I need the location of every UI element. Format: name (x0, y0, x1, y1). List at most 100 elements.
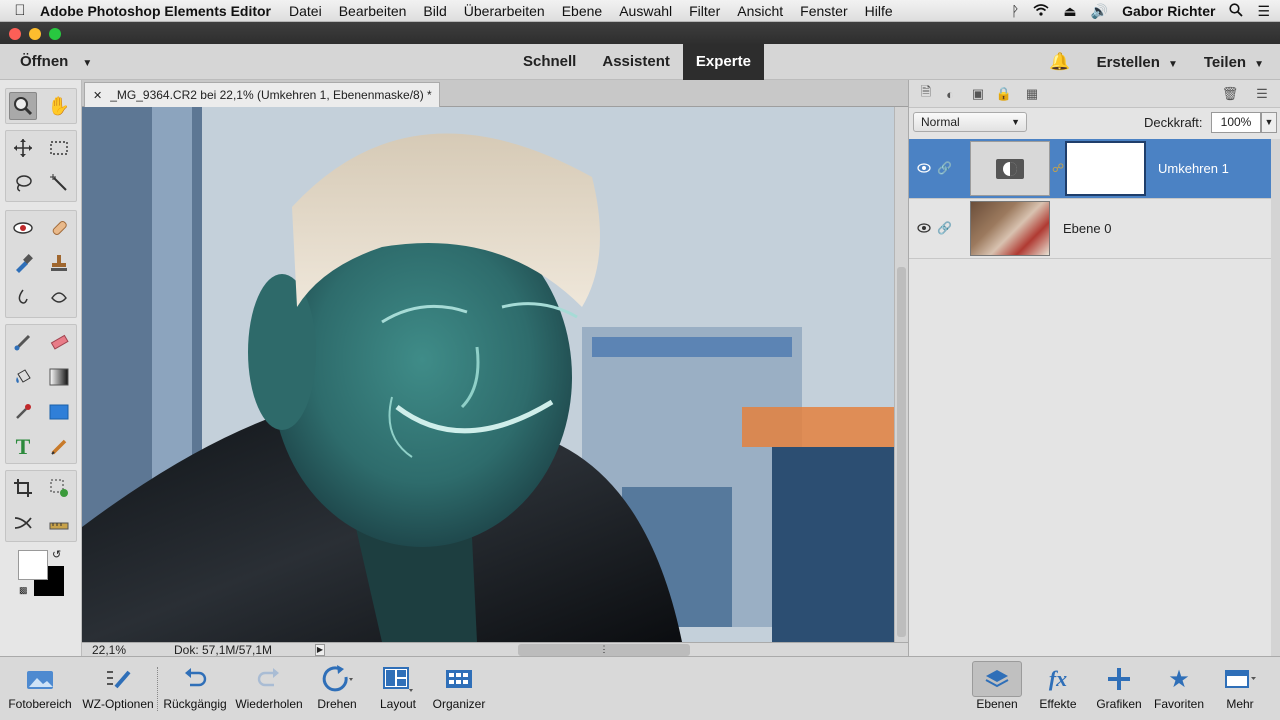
menu-datei[interactable]: Datei (289, 3, 322, 19)
status-menu-arrow-icon[interactable]: ▶ (315, 644, 325, 656)
adjustment-thumbnail[interactable] (970, 141, 1050, 196)
lock-transparency-icon[interactable]: ▦ (1023, 86, 1041, 102)
layers-panel-scrollbar[interactable] (1271, 139, 1280, 656)
brush-tool-icon[interactable] (9, 328, 37, 356)
lock-all-icon[interactable]: 🔒 (995, 86, 1013, 102)
menu-bild[interactable]: Bild (423, 3, 446, 19)
clone-stamp-tool-icon[interactable] (45, 249, 73, 277)
vertical-scroll-thumb[interactable] (897, 267, 906, 637)
smart-brush-tool-icon[interactable] (9, 249, 37, 277)
opacity-dropdown-icon[interactable]: ▼ (1261, 112, 1277, 133)
tool-options-button[interactable]: WZ-Optionen (78, 661, 158, 719)
layer-link-icon[interactable]: 🔗 (937, 161, 952, 175)
menu-hilfe[interactable]: Hilfe (865, 3, 893, 19)
document-title: _MG_9364.CR2 bei 22,1% (Umkehren 1, Eben… (110, 88, 432, 102)
crop-tool-icon[interactable] (9, 474, 37, 502)
close-window-icon[interactable] (9, 28, 21, 40)
layer-mask-thumbnail[interactable] (1065, 141, 1146, 196)
document-tab[interactable]: ✕ _MG_9364.CR2 bei 22,1% (Umkehren 1, Ebe… (84, 82, 440, 107)
eject-icon[interactable]: ⏏ (1063, 3, 1076, 20)
shape-tool-icon[interactable] (45, 398, 73, 426)
wifi-icon[interactable] (1033, 3, 1049, 19)
graphics-panel-button[interactable]: Grafiken (1092, 661, 1146, 719)
menu-ansicht[interactable]: Ansicht (737, 3, 783, 19)
default-colors-icon[interactable]: ▩ (19, 585, 28, 596)
zoom-tool-icon[interactable] (9, 92, 37, 120)
more-panel-button[interactable]: Mehr (1212, 661, 1268, 719)
close-tab-icon[interactable]: ✕ (93, 90, 102, 102)
spot-healing-tool-icon[interactable] (45, 214, 73, 242)
visibility-eye-icon[interactable] (917, 221, 931, 235)
user-name[interactable]: Gabor Richter (1122, 3, 1215, 19)
tab-assistent[interactable]: Assistent (589, 44, 683, 80)
notification-bell-icon[interactable]: 🔔 (1049, 52, 1070, 72)
content-aware-move-tool-icon[interactable] (9, 509, 37, 537)
rotate-button[interactable]: Drehen (310, 661, 364, 719)
gradient-tool-icon[interactable] (45, 363, 73, 391)
tab-schnell[interactable]: Schnell (510, 44, 589, 80)
visibility-eye-icon[interactable] (917, 161, 931, 175)
layers-panel-button[interactable]: Ebenen (972, 661, 1022, 719)
magic-wand-tool-icon[interactable] (45, 169, 73, 197)
new-layer-icon[interactable]: 🗎 (917, 84, 935, 102)
create-button[interactable]: Erstellen ▼ (1097, 54, 1178, 71)
effects-panel-button[interactable]: fx Effekte (1034, 661, 1082, 719)
lasso-tool-icon[interactable] (9, 169, 37, 197)
red-eye-tool-icon[interactable] (9, 214, 37, 242)
sponge-tool-icon[interactable] (45, 284, 73, 312)
tab-experte[interactable]: Experte (682, 44, 764, 80)
eraser-tool-icon[interactable] (45, 328, 73, 356)
menu-fenster[interactable]: Fenster (800, 3, 847, 19)
menu-ebene[interactable]: Ebene (562, 3, 602, 19)
vertical-scrollbar[interactable] (894, 107, 908, 642)
image-canvas[interactable] (82, 107, 894, 642)
horizontal-scroll-thumb[interactable]: ⋮ (518, 644, 690, 656)
layer-photo-thumbnail[interactable] (970, 201, 1050, 256)
type-tool-icon[interactable]: T (9, 433, 37, 461)
bluetooth-icon[interactable]: ᚹ (1011, 3, 1019, 19)
move-tool-icon[interactable] (9, 134, 37, 162)
apple-icon[interactable]:  (0, 2, 40, 19)
layout-button[interactable]: Layout (372, 661, 424, 719)
layer-row-ebene-0[interactable]: 🔗 Ebene 0 (909, 199, 1271, 259)
layer-row-umkehren[interactable]: 🔗 ☍ Umkehren 1 (909, 139, 1271, 199)
opacity-input[interactable]: 100% (1211, 112, 1261, 133)
volume-icon[interactable]: 🔊 (1091, 3, 1108, 20)
favorites-panel-button[interactable]: ★ Favoriten (1150, 661, 1208, 719)
layer-mask-icon[interactable]: ▣ (969, 86, 987, 102)
eyedropper-tool-icon[interactable] (9, 398, 37, 426)
blur-tool-icon[interactable] (9, 284, 37, 312)
straighten-tool-icon[interactable] (45, 509, 73, 537)
zoom-level[interactable]: 22,1% (92, 643, 126, 657)
mask-link-chain-icon[interactable]: ☍ (1052, 161, 1064, 175)
hand-tool-icon[interactable]: ✋ (45, 92, 73, 120)
menu-ueberarbeiten[interactable]: Überarbeiten (464, 3, 545, 19)
minimize-window-icon[interactable] (29, 28, 41, 40)
app-menu[interactable]: Adobe Photoshop Elements Editor (40, 3, 271, 19)
open-button[interactable]: Öffnen ▼ (20, 44, 92, 80)
list-menu-icon[interactable]: ☰ (1257, 3, 1270, 20)
menu-bearbeiten[interactable]: Bearbeiten (339, 3, 407, 19)
delete-layer-icon[interactable]: 🗑 (1221, 86, 1239, 102)
foreground-color-swatch[interactable] (18, 550, 48, 580)
layer-name[interactable]: Umkehren 1 (1158, 161, 1229, 176)
recompose-tool-icon[interactable] (45, 474, 73, 502)
layer-link-icon[interactable]: 🔗 (937, 221, 952, 235)
organizer-button[interactable]: Organizer (428, 661, 490, 719)
zoom-window-icon[interactable] (49, 28, 61, 40)
undo-button[interactable]: Rückgängig (160, 661, 230, 719)
layer-name[interactable]: Ebene 0 (1063, 221, 1111, 236)
pencil-tool-icon[interactable] (45, 433, 73, 461)
share-button[interactable]: Teilen ▼ (1204, 54, 1264, 71)
adjustment-layer-icon[interactable]: ◐ (941, 86, 959, 102)
search-icon[interactable] (1229, 2, 1244, 20)
photo-bin-button[interactable]: Fotobereich (4, 661, 76, 719)
redo-button[interactable]: Wiederholen (232, 661, 306, 719)
swap-colors-icon[interactable]: ↺ (52, 548, 61, 561)
menu-auswahl[interactable]: Auswahl (619, 3, 672, 19)
blend-mode-select[interactable]: Normal ▼ (913, 112, 1027, 132)
panel-menu-icon[interactable]: ☰ (1253, 86, 1271, 102)
paint-bucket-tool-icon[interactable] (9, 363, 37, 391)
marquee-tool-icon[interactable] (45, 134, 73, 162)
menu-filter[interactable]: Filter (689, 3, 720, 19)
